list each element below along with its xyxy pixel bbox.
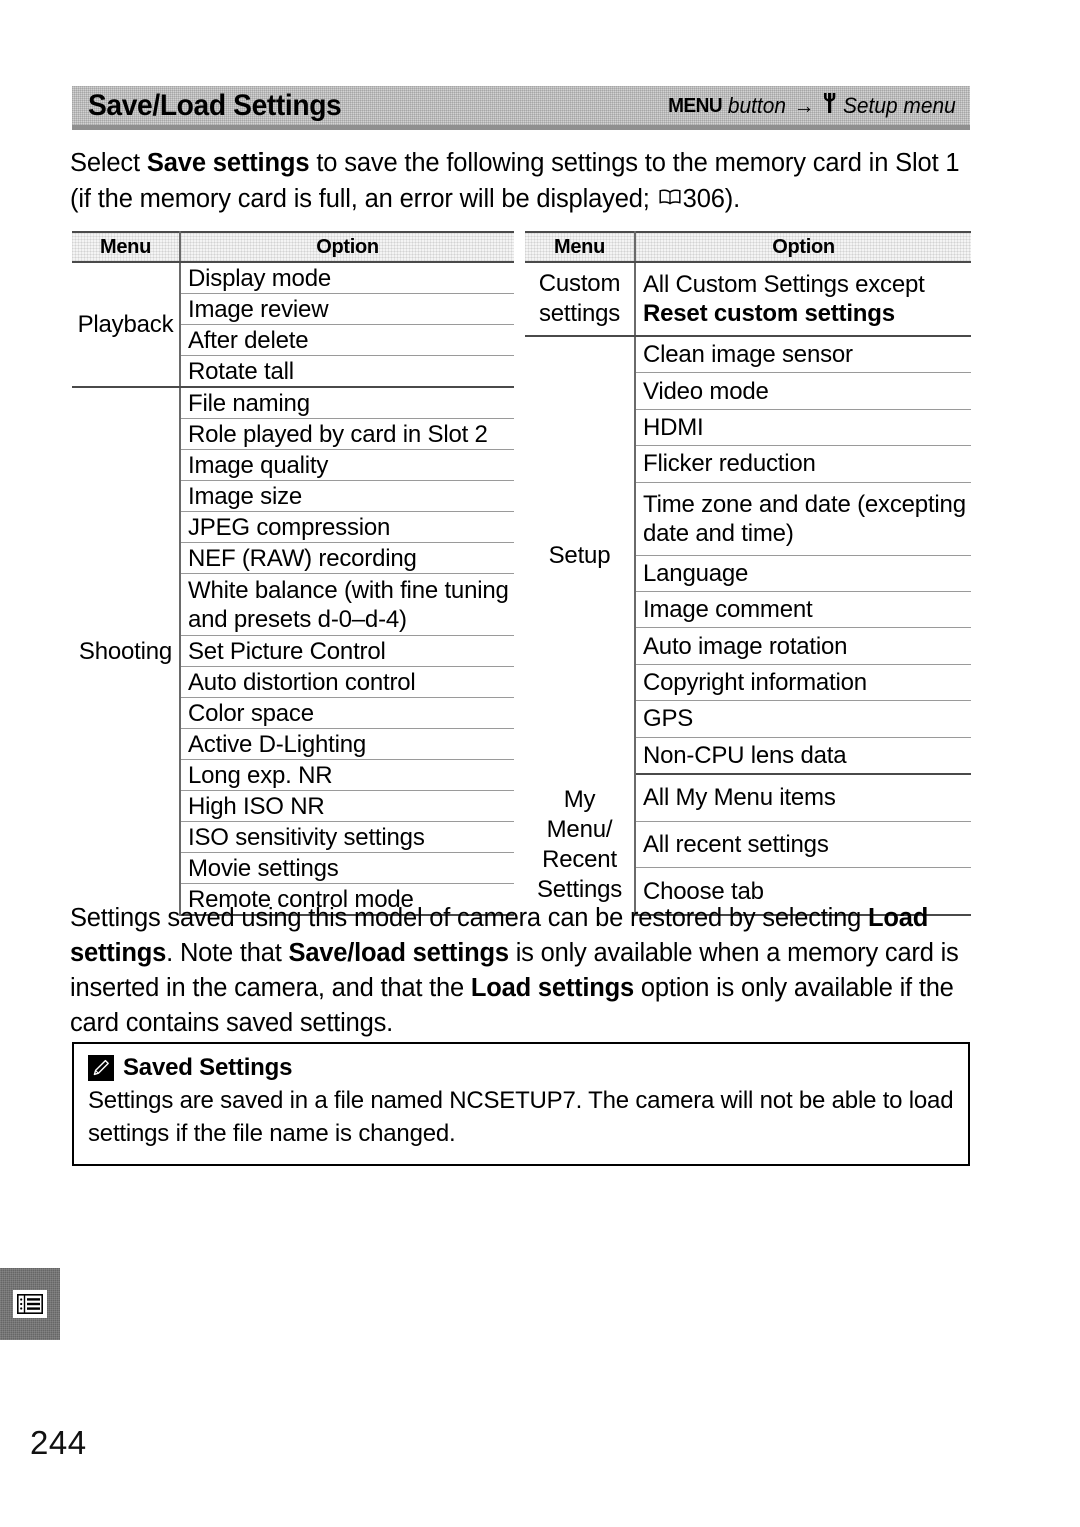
option-cell: High ISO NR [180,790,514,822]
option-cell: All Custom Settings except Reset custom … [635,262,971,337]
option-cell: Language [635,555,971,592]
option-cell: Movie settings [180,852,514,884]
option-cell: Image quality [180,449,514,481]
page-number: 244 [30,1424,87,1461]
option-cell: Auto distortion control [180,666,514,698]
intro-text-1: Select [70,149,147,177]
menu-button-label: MENU [668,94,723,117]
menu-group-shooting: Shooting [72,387,181,915]
table-row: Shooting File naming [72,387,514,915]
option-cell: Clean image sensor [635,335,971,374]
saved-settings-note-box: Saved Settings Settings are saved in a f… [72,1042,970,1166]
column-header-menu: Menu [525,231,636,263]
option-cell: ISO sensitivity settings [180,821,514,853]
option-cell: Non-CPU lens data [635,737,971,776]
option-cell: Role played by card in Slot 2 [180,418,514,450]
option-cell: Active D-Lighting [180,728,514,760]
menu-path: MENU button → Setup menu [668,92,956,119]
table-header-row: Menu Option [72,231,514,263]
body-bold-load-settings-2: Load settings [470,974,635,1002]
table-row: Setup Clean image sensor [525,335,971,775]
manual-page: Save/Load Settings MENU button → Setup m… [0,0,1080,1527]
option-text-plain: All Custom Settings except [643,271,925,299]
body-text-2: . Note that [166,939,289,967]
settings-table-left: Menu Option Playback Display mode Image … [72,231,514,916]
table-row: My Menu/ Recent Settings All My Menu ite… [525,774,971,915]
book-reference-icon [657,181,683,217]
option-cell: GPS [635,700,971,738]
column-header-menu: Menu [72,231,181,263]
intro-text-3: ). [724,185,741,213]
menu-list-icon [13,1290,47,1318]
menu-group-playback: Playback [72,262,181,388]
section-header-bar: Save/Load Settings MENU button → Setup m… [72,86,970,130]
option-cell: Long exp. NR [180,759,514,791]
option-cell: Time zone and date (excepting date and t… [635,482,971,556]
setup-wrench-icon [822,92,837,119]
option-cell: Image review [180,293,514,325]
option-cell: Display mode [180,262,514,294]
option-cell: Image size [180,480,514,512]
table-row: Custom settings All Custom Settings exce… [525,262,971,337]
option-cell: Rotate tall [180,355,514,388]
intro-bold-save-settings: Save settings [146,149,310,177]
option-cell: HDMI [635,409,971,447]
menu-group-my-menu-recent-settings: My Menu/ Recent Settings [525,774,636,915]
option-cell: File naming [180,387,514,419]
option-cell: Copyright information [635,664,971,702]
note-title-row: Saved Settings [88,1054,954,1082]
chapter-tab-marker [0,1268,60,1340]
body-text-1: Settings saved using this model of camer… [70,904,868,932]
button-word-label: button [728,92,787,118]
page-title: Save/Load Settings [88,88,342,122]
note-title-text: Saved Settings [123,1054,293,1081]
note-body-text: Settings are saved in a file named NCSET… [88,1087,954,1147]
menu-group-custom-settings: Custom settings [525,262,636,337]
intro-page-ref: 306 [682,185,725,213]
settings-table-right: Menu Option Custom settings All Custom S… [525,231,971,917]
option-cell: All My Menu items [635,774,971,822]
table-row: Playback Display mode [72,262,514,388]
intro-paragraph: Select Save settings to save the followi… [70,145,975,217]
option-cell: White balance (with fine tuning and pres… [180,573,514,636]
option-cell: Color space [180,697,514,729]
arrow-right-icon: → [793,92,815,118]
option-cell: NEF (RAW) recording [180,542,514,574]
option-text-bold: Reset custom settings [643,300,895,328]
option-cell: After delete [180,324,514,356]
option-cell: Set Picture Control [180,635,514,667]
option-cell: Auto image rotation [635,627,971,665]
setup-menu-label: Setup menu [843,92,956,118]
pencil-note-icon [88,1055,114,1081]
body-paragraph: Settings saved using this model of camer… [70,901,980,1041]
body-bold-save-load-settings: Save/load settings [288,939,510,967]
column-header-option: Option [180,231,514,263]
option-cell: Flicker reduction [635,445,971,483]
settings-tables: Menu Option Playback Display mode Image … [72,231,972,917]
option-cell: Video mode [635,372,971,410]
option-cell: All recent settings [635,821,971,869]
table-header-row: Menu Option [525,231,971,263]
option-cell: JPEG compression [180,511,514,543]
menu-group-setup: Setup [525,335,636,775]
option-cell: Image comment [635,591,971,629]
column-header-option: Option [635,231,971,263]
